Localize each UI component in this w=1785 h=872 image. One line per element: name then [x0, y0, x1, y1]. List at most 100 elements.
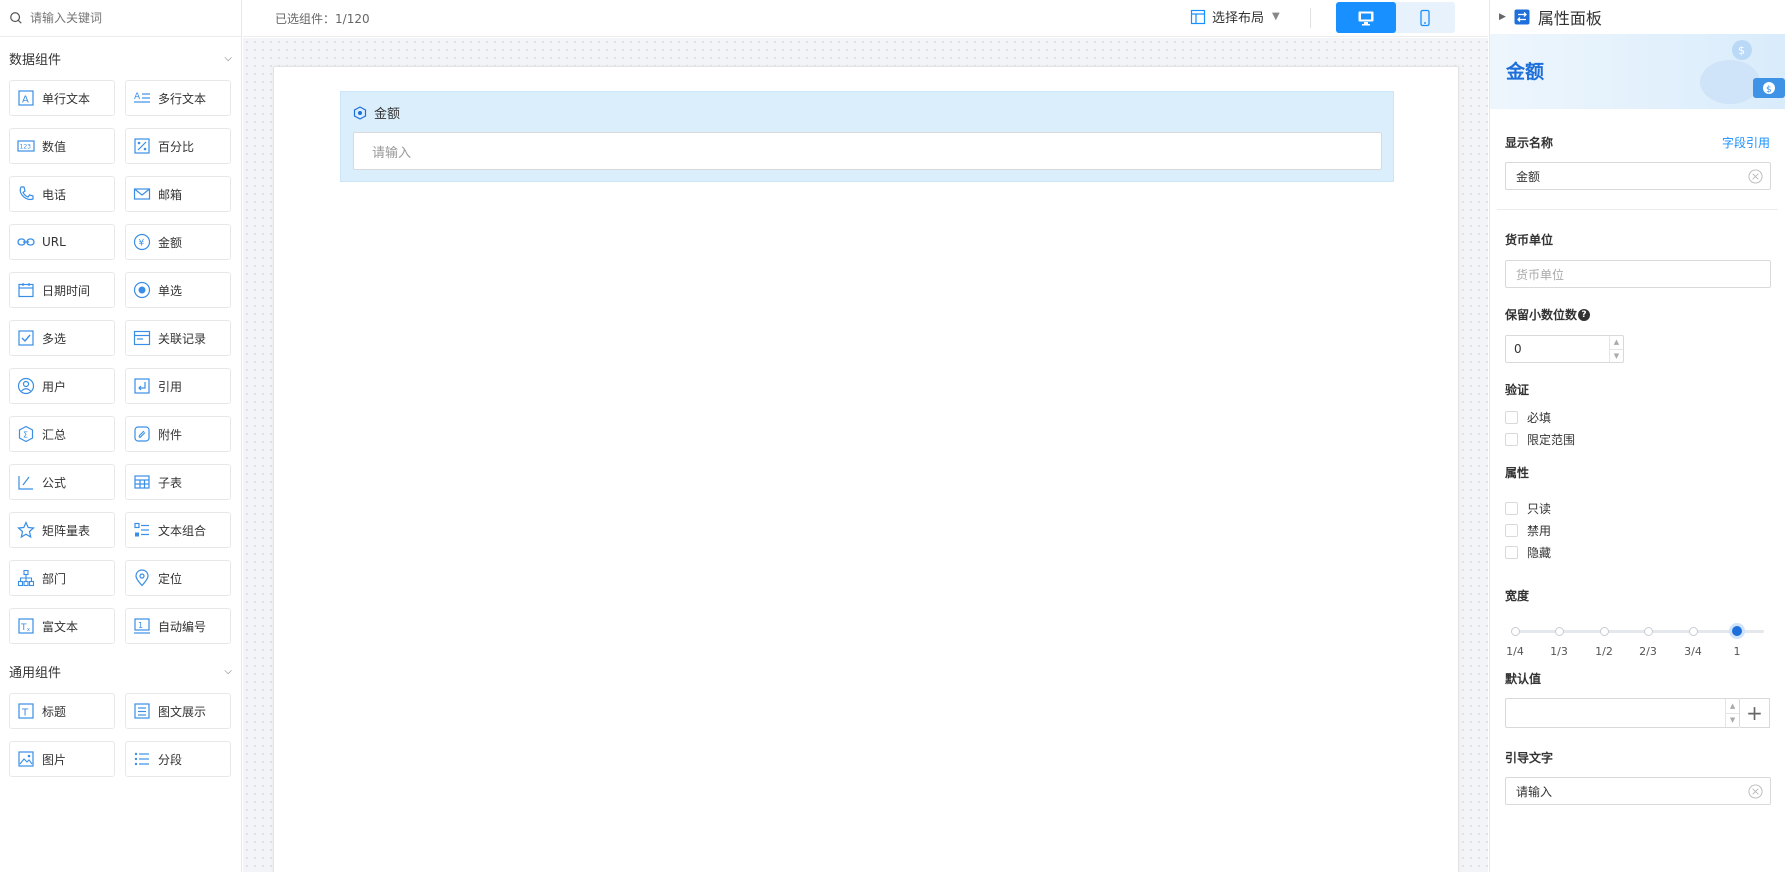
- chevron-up-icon[interactable]: ▲: [1610, 336, 1623, 350]
- desktop-view-button[interactable]: [1336, 2, 1396, 33]
- component-star[interactable]: 矩阵量表: [9, 512, 115, 548]
- width-slider[interactable]: 1/4 1/3 1/2 2/3 3/4 1: [1505, 616, 1771, 660]
- component-summary[interactable]: Σ 汇总: [9, 416, 115, 452]
- component-label: 附件: [158, 427, 183, 442]
- component-radio[interactable]: 单选: [125, 272, 231, 308]
- general-group-header[interactable]: 通用组件 ⌵: [0, 659, 241, 683]
- component-reference[interactable]: 引用: [125, 368, 231, 404]
- guide-text-input[interactable]: 请输入: [1505, 777, 1771, 805]
- svg-text:T: T: [21, 708, 29, 719]
- component-department[interactable]: 部门: [9, 560, 115, 596]
- range-checkbox[interactable]: 限定范围: [1505, 428, 1770, 450]
- component-subtable[interactable]: 子表: [125, 464, 231, 500]
- component-title[interactable]: T 标题: [9, 693, 115, 729]
- location-icon: [132, 568, 152, 588]
- field-preview-input[interactable]: 请输入: [353, 132, 1382, 170]
- component-multi-line-text[interactable]: A 多行文本: [125, 80, 231, 116]
- component-formula[interactable]: 公式: [9, 464, 115, 500]
- toolbar: 已选组件：1/120 选择布局 ▼: [243, 0, 1488, 37]
- star-icon: [16, 520, 36, 540]
- component-section[interactable]: 分段: [125, 741, 231, 777]
- field-reference-link[interactable]: 字段引用: [1722, 134, 1770, 151]
- clear-icon[interactable]: [1748, 169, 1763, 184]
- component-currency[interactable]: ¥ 金额: [125, 224, 231, 260]
- component-image-text[interactable]: 图文展示: [125, 693, 231, 729]
- component-label: 子表: [158, 475, 183, 490]
- currency-input[interactable]: 货币单位: [1505, 260, 1771, 288]
- clear-icon[interactable]: [1748, 784, 1763, 799]
- checkbox-icon: [16, 328, 36, 348]
- data-group-header[interactable]: 数据组件 ⌵: [0, 46, 241, 70]
- component-number[interactable]: 123 数值: [9, 128, 115, 164]
- mobile-view-button[interactable]: [1396, 2, 1456, 33]
- disabled-checkbox[interactable]: 禁用: [1505, 519, 1770, 541]
- checkbox[interactable]: [1505, 410, 1518, 424]
- form-sheet: 金额 请输入: [273, 66, 1459, 872]
- decimal-places-label: 保留小数位数?: [1505, 306, 1770, 323]
- checkbox[interactable]: [1505, 523, 1518, 537]
- checkbox[interactable]: [1505, 432, 1518, 446]
- auto-number-icon: 1: [132, 616, 152, 636]
- component-link[interactable]: URL: [9, 224, 115, 260]
- slider-stop[interactable]: [1510, 627, 1520, 636]
- slider-label: 1/2: [1595, 645, 1613, 658]
- component-label: 单选: [158, 283, 183, 298]
- width-label: 宽度: [1505, 589, 1530, 603]
- component-checkbox[interactable]: 多选: [9, 320, 115, 356]
- chevron-down-icon[interactable]: ▼: [1610, 350, 1623, 363]
- checkbox[interactable]: [1505, 545, 1518, 559]
- selected-count: 已选组件：1/120: [275, 11, 370, 26]
- slider-stop[interactable]: [1688, 627, 1698, 636]
- svg-text:T: T: [20, 623, 27, 633]
- decimal-places-stepper[interactable]: 0 ▲ ▼: [1505, 335, 1624, 363]
- component-label: 多行文本: [158, 91, 207, 106]
- search-input[interactable]: [30, 11, 230, 25]
- component-auto-number[interactable]: 1 自动编号: [125, 608, 231, 644]
- add-icon[interactable]: +: [1740, 698, 1770, 728]
- slider-handle[interactable]: [1729, 623, 1745, 639]
- default-value-row: ▲ ▼ +: [1505, 698, 1770, 728]
- display-name-input[interactable]: 金额: [1505, 162, 1771, 190]
- readonly-checkbox[interactable]: 只读: [1505, 497, 1770, 519]
- default-value-input[interactable]: ▲ ▼: [1505, 698, 1741, 728]
- selected-field-amount[interactable]: 金额 请输入: [340, 91, 1394, 182]
- hidden-checkbox[interactable]: 隐藏: [1505, 541, 1770, 563]
- component-percent[interactable]: 百分比: [125, 128, 231, 164]
- chevron-up-icon[interactable]: ▲: [1726, 699, 1740, 714]
- component-calendar[interactable]: 日期时间: [9, 272, 115, 308]
- component-label: 用户: [42, 379, 67, 394]
- calendar-icon: [16, 280, 36, 300]
- svg-text:Σ: Σ: [23, 431, 28, 440]
- component-user[interactable]: 用户: [9, 368, 115, 404]
- component-sidebar: 数据组件 ⌵ A 单行文本 A 多行文本 123 数值 百分比电话 邮箱 URL ¥ 金额日期时间 单…: [0, 0, 242, 872]
- component-rich-text[interactable]: Tx 富文本: [9, 608, 115, 644]
- component-label: 邮箱: [158, 187, 183, 202]
- help-icon[interactable]: ?: [1578, 308, 1591, 321]
- search-bar: [0, 0, 241, 37]
- caret-right-icon[interactable]: ▶: [1499, 12, 1506, 22]
- phone-icon: [16, 184, 36, 204]
- component-related-record[interactable]: 关联记录: [125, 320, 231, 356]
- svg-text:123: 123: [20, 144, 32, 151]
- layout-select[interactable]: 选择布局 ▼: [1190, 7, 1280, 26]
- component-label: 标题: [42, 704, 67, 719]
- slider-stop[interactable]: [1554, 627, 1564, 636]
- component-attachment[interactable]: 附件: [125, 416, 231, 452]
- slider-stop[interactable]: [1643, 627, 1653, 636]
- component-single-line-text[interactable]: A 单行文本: [9, 80, 115, 116]
- required-checkbox[interactable]: 必填: [1505, 406, 1770, 428]
- slider-label: 3/4: [1684, 645, 1702, 658]
- component-label: 公式: [42, 475, 67, 490]
- slider-stop[interactable]: [1599, 627, 1609, 636]
- component-location[interactable]: 定位: [125, 560, 231, 596]
- divider: [1310, 8, 1311, 28]
- component-label: 数值: [42, 139, 67, 154]
- component-text-combo[interactable]: 文本组合: [125, 512, 231, 548]
- component-label: 关联记录: [158, 331, 207, 346]
- component-phone[interactable]: 电话: [9, 176, 115, 212]
- component-image[interactable]: 图片: [9, 741, 115, 777]
- checkbox[interactable]: [1505, 501, 1518, 515]
- slider-label: 1: [1733, 645, 1741, 658]
- chevron-down-icon[interactable]: ▼: [1726, 714, 1739, 728]
- component-mail[interactable]: 邮箱: [125, 176, 231, 212]
